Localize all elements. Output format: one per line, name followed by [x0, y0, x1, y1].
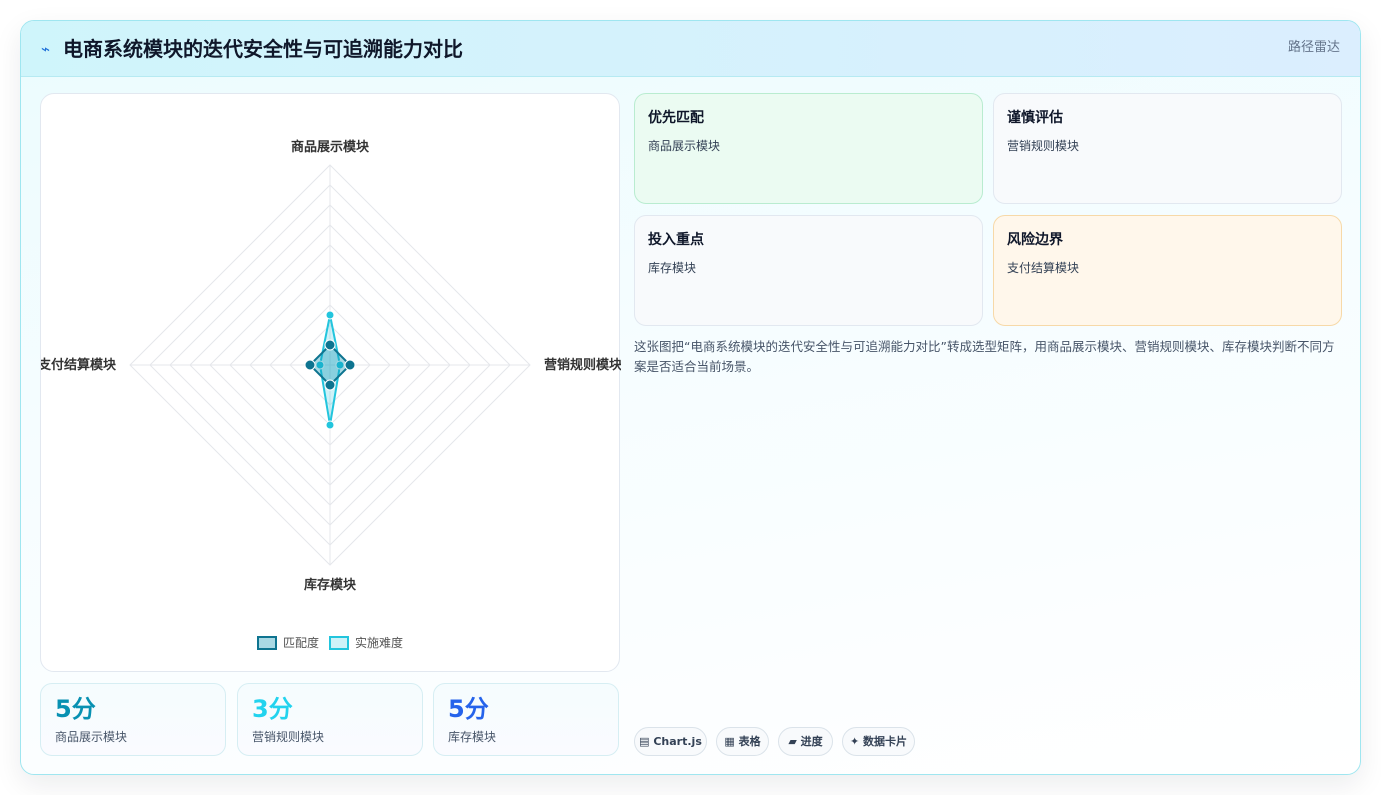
- radar-series-area: [308, 343, 352, 387]
- card-icon: ✦: [849, 735, 860, 748]
- chip-label: Chart.js: [653, 735, 702, 748]
- radar-data-point: [325, 420, 335, 430]
- stat-card: 5分 商品展示模块: [40, 683, 226, 756]
- header-tag: 路径雷达: [1287, 40, 1340, 55]
- tile-title: 谨慎评估: [1007, 110, 1063, 126]
- tile-subtitle: 商品展示模块: [648, 139, 721, 153]
- stat-label: 商品展示模块: [55, 730, 128, 744]
- radar-data-point: [325, 310, 335, 320]
- tile-title: 投入重点: [648, 232, 704, 248]
- table-icon: ▦: [724, 735, 735, 748]
- main-card: ⌁ 电商系统模块的迭代安全性与可追溯能力对比 路径雷达 商品展示模块 营销规则模块…: [20, 20, 1361, 775]
- chart-icon: ▤: [639, 735, 650, 748]
- radar-data-point: [344, 359, 356, 371]
- chip-chartjs[interactable]: ▤ Chart.js: [634, 727, 707, 756]
- radar-data-point: [324, 379, 336, 391]
- stat-value: 5分: [448, 695, 489, 723]
- tile-careful-eval[interactable]: 谨慎评估 营销规则模块: [993, 93, 1342, 204]
- line-chart-icon: ⌁: [41, 40, 51, 58]
- stat-value: 3分: [252, 695, 293, 723]
- chart-description: 这张图把“电商系统模块的迭代安全性与可追溯能力对比”转成选型矩阵，用商品展示模块…: [634, 339, 1335, 374]
- stat-card: 5分 库存模块: [433, 683, 619, 756]
- stat-label: 库存模块: [448, 730, 497, 744]
- radar-axis-label: 支付结算模块: [41, 357, 117, 373]
- progress-icon: ▰: [788, 735, 797, 748]
- chip-label: 进度: [800, 735, 823, 748]
- legend-swatch: [329, 636, 349, 650]
- chip-data-card[interactable]: ✦ 数据卡片: [842, 727, 915, 756]
- chip-table[interactable]: ▦ 表格: [716, 727, 769, 756]
- legend-swatch: [257, 636, 277, 650]
- tile-invest-focus[interactable]: 投入重点 库存模块: [634, 215, 983, 326]
- tile-subtitle: 营销规则模块: [1007, 139, 1080, 153]
- stat-value: 5分: [55, 695, 96, 723]
- tile-subtitle: 支付结算模块: [1007, 261, 1080, 275]
- header: ⌁ 电商系统模块的迭代安全性与可追溯能力对比 路径雷达: [21, 21, 1360, 77]
- radar-data-point: [324, 339, 336, 351]
- tile-title: 优先匹配: [648, 110, 704, 126]
- legend-label: 实施难度: [355, 635, 403, 650]
- stat-label: 营销规则模块: [252, 730, 325, 744]
- tile-subtitle: 库存模块: [648, 261, 697, 275]
- page-title: 电商系统模块的迭代安全性与可追溯能力对比: [63, 37, 463, 61]
- chip-progress[interactable]: ▰ 进度: [778, 727, 833, 756]
- radar-axis-label: 商品展示模块: [291, 139, 370, 155]
- tile-risk-boundary[interactable]: 风险边界 支付结算模块: [993, 215, 1342, 326]
- radar-axis-label: 库存模块: [304, 577, 357, 593]
- chip-label: 数据卡片: [863, 735, 908, 748]
- tile-priority-match[interactable]: 优先匹配 商品展示模块: [634, 93, 983, 204]
- chip-label: 表格: [738, 735, 761, 748]
- tile-title: 风险边界: [1007, 232, 1063, 248]
- legend-label: 匹配度: [283, 635, 319, 650]
- radar-axis-label: 营销规则模块: [544, 357, 621, 373]
- radar-chart-panel: 商品展示模块营销规则模块库存模块 支付结算模块匹配度 实施难度: [40, 93, 621, 672]
- radar-chart: 商品展示模块营销规则模块库存模块 支付结算模块匹配度 实施难度: [41, 139, 621, 650]
- radar-data-point: [304, 359, 316, 371]
- stat-card: 3分 营销规则模块: [237, 683, 423, 756]
